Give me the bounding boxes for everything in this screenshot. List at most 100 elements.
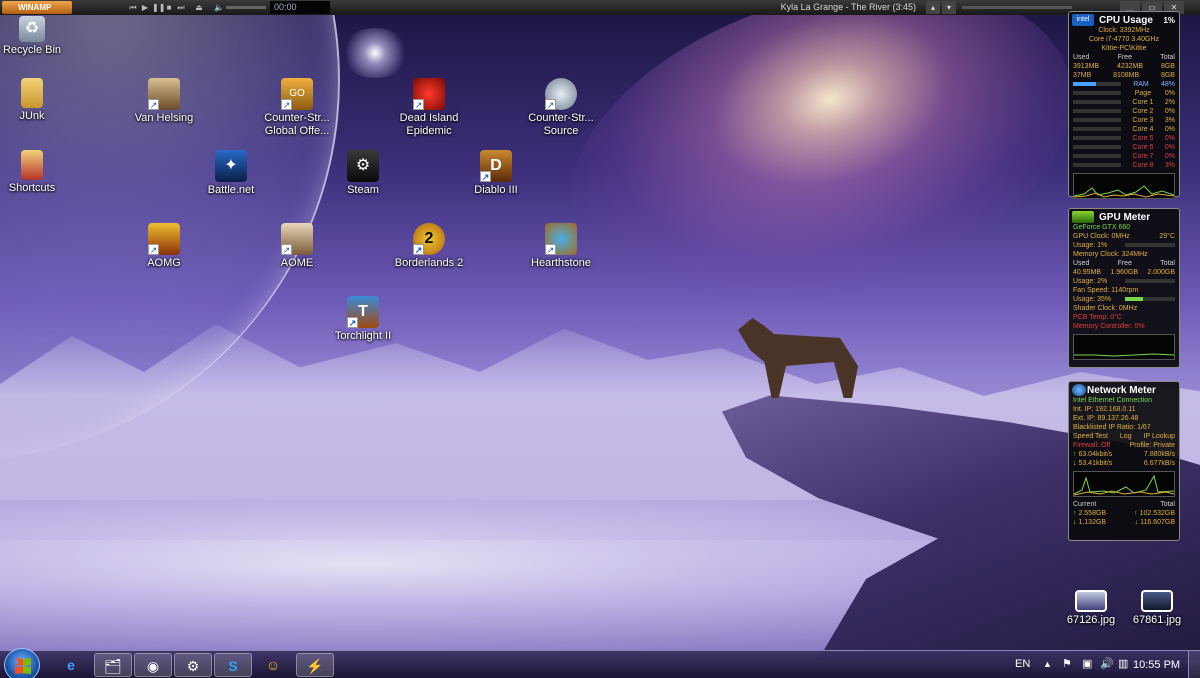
upload-speed-kb: 7.880kB/s: [1143, 451, 1175, 458]
gpu-clock: GPU Clock: 0MHz: [1073, 233, 1130, 240]
core-label: Core 2: [1132, 108, 1154, 115]
clock[interactable]: 10:55 PM: [1133, 659, 1180, 671]
action-center-flag-icon[interactable]: ⚑: [1062, 657, 1072, 670]
shortcut-arrow-icon: ↗: [347, 317, 358, 328]
download-speed-kbit: ↓ 53.41kbit/s: [1073, 460, 1113, 467]
desktop-icon-dead-island[interactable]: ↗ Dead Island Epidemic: [384, 78, 474, 138]
upload-speed-kbit: ↑ 63.04kbit/s: [1073, 451, 1113, 458]
gpu-temperature: 29°C: [1159, 233, 1175, 240]
skype-icon[interactable]: S: [214, 653, 252, 677]
header-used: Used: [1073, 260, 1090, 267]
gpu-history-graph: [1073, 334, 1175, 360]
desktop-icon-hearthstone[interactable]: ↗ Hearthstone: [516, 223, 606, 270]
cpu-meter-gadget[interactable]: intel CPU Usage 1% Clock: 3392MHz Core i…: [1068, 11, 1180, 199]
track-options-button[interactable]: ▾: [942, 1, 956, 14]
gpu-memory-bar: [1125, 279, 1175, 283]
gpu-mem-free: 1.960GB: [1110, 269, 1139, 276]
shader-clock: Shader Clock: 0MHz: [1073, 305, 1138, 312]
core-value: 0%: [1164, 144, 1175, 151]
play-icon[interactable]: ▶: [140, 2, 150, 13]
speed-test-link[interactable]: Speed Test: [1073, 432, 1108, 441]
core-row: Core 8 3%: [1069, 161, 1179, 170]
network-graph-svg: [1074, 474, 1174, 496]
desktop-icon-borderlands[interactable]: 2 ↗ Borderlands 2: [384, 223, 474, 270]
desktop-icon-csgo[interactable]: GO ↗ Counter-Str... Global Offe...: [252, 78, 342, 138]
desktop-icon-diablo[interactable]: D ↗ Diablo III: [451, 150, 541, 197]
desktop-icon-aomg[interactable]: ↗ AOMG: [119, 223, 209, 270]
cpu-clock: Clock: 3392MHz: [1098, 27, 1150, 34]
shortcut-arrow-icon: ↗: [281, 244, 292, 255]
log-link[interactable]: Log: [1120, 432, 1132, 441]
steam-icon[interactable]: ⚙: [174, 653, 212, 677]
winamp-logo[interactable]: WINAMP: [2, 1, 72, 14]
playback-time: 00:00: [270, 1, 330, 14]
volume-icon[interactable]: 🔊: [1100, 657, 1114, 670]
start-button[interactable]: [4, 648, 40, 678]
next-icon[interactable]: ⏭: [176, 2, 186, 13]
seek-bar[interactable]: [962, 6, 1072, 9]
icon-label: Counter-Str... Source: [528, 112, 594, 137]
page-percent: 0%: [1164, 90, 1175, 97]
gpu-mem-header-row: Used Free Total: [1069, 259, 1179, 268]
network-meter-gadget[interactable]: Network Meter Intel Ethernet Connection …: [1068, 381, 1180, 541]
core-label: Core 4: [1132, 126, 1154, 133]
network-tray-icon[interactable]: ▥: [1118, 657, 1128, 670]
image-file-icon: [1141, 590, 1173, 612]
cpu-history-graph: [1073, 173, 1175, 199]
page-bar: [1073, 91, 1121, 95]
wifi-icon: [1072, 384, 1086, 396]
stop-icon[interactable]: ■: [164, 2, 174, 13]
ram-used: 3913MB: [1073, 63, 1100, 70]
internal-ip: Int. IP: 192.168.0.11: [1073, 406, 1136, 413]
desktop-icon-torchlight[interactable]: T ↗ Torchlight II: [318, 296, 408, 343]
tray-app-icon[interactable]: ▣: [1082, 657, 1092, 670]
desktop-icon-junk[interactable]: JUnk: [0, 78, 77, 123]
ip-lookup-link[interactable]: IP Lookup: [1144, 432, 1175, 441]
gpu-usage: Usage: 1%: [1073, 242, 1108, 249]
icon-label: AOME: [280, 257, 314, 269]
page-used: 37MB: [1073, 72, 1092, 79]
machine-name: Kittie-PC\Kittie: [1101, 45, 1147, 52]
desktop-icon-steam[interactable]: ⚙ Steam: [318, 150, 408, 197]
pcb-temperature: PCB Temp: 0°C: [1073, 314, 1122, 321]
cpu-title: CPU Usage: [1099, 15, 1153, 26]
desktop-icon-van-helsing[interactable]: ↗ Van Helsing: [119, 78, 209, 125]
internet-explorer-icon[interactable]: e: [52, 653, 90, 677]
show-desktop-button[interactable]: [1188, 651, 1200, 678]
up-arrow-icon: ↑: [1073, 451, 1077, 458]
van-helsing-icon: ↗: [148, 78, 180, 110]
icon-label: Dead Island Epidemic: [399, 112, 459, 137]
core-label: Core 8: [1132, 162, 1154, 169]
shortcut-arrow-icon: ↗: [281, 99, 292, 110]
volume-slider[interactable]: [226, 6, 266, 9]
core-label: Core 6: [1132, 144, 1154, 151]
track-menu-button[interactable]: ▴: [926, 1, 940, 14]
gpu-meter-gadget[interactable]: GPU Meter GeForce GTX 660 GPU Clock: 0MH…: [1068, 208, 1180, 368]
core-row: Core 7 0%: [1069, 152, 1179, 161]
eject-icon[interactable]: ⏏: [194, 2, 204, 13]
volume-icon: 🔈: [214, 3, 224, 12]
core-row: Core 6 0%: [1069, 143, 1179, 152]
desktop-icon-shortcuts[interactable]: Shortcuts: [0, 150, 77, 195]
explorer-icon[interactable]: 🗂: [94, 653, 132, 677]
chrome-icon[interactable]: ◉: [134, 653, 172, 677]
show-hidden-icons-icon[interactable]: ▲: [1043, 659, 1052, 669]
winamp-icon[interactable]: ⚡: [296, 653, 334, 677]
messenger-icon[interactable]: ☺: [254, 653, 292, 677]
language-indicator[interactable]: EN: [1015, 658, 1030, 670]
desktop-icon-67861[interactable]: 67861.jpg: [1112, 590, 1200, 627]
desktop-icon-recycle-bin[interactable]: ♻ Recycle Bin: [0, 16, 77, 57]
desktop-icon-battlenet[interactable]: ✦ Battle.net: [186, 150, 276, 197]
desktop-icon-aome[interactable]: ↗ AOME: [252, 223, 342, 270]
firewall-status: Firewall: Off: [1073, 442, 1111, 449]
gpu-mem-total: 2.000GB: [1147, 269, 1175, 276]
gpu-memory-usage: Usage: 2%: [1073, 278, 1108, 285]
pause-icon[interactable]: ❚❚: [152, 2, 165, 13]
icon-label: Recycle Bin: [2, 44, 62, 56]
core-row: Core 1 2%: [1069, 98, 1179, 107]
desktop-icon-css[interactable]: ↗ Counter-Str... Source: [516, 78, 606, 138]
icon-label: AOMG: [147, 257, 181, 269]
previous-icon[interactable]: ⏮: [128, 2, 138, 13]
icon-label: JUnk: [19, 110, 45, 122]
aome-icon: ↗: [281, 223, 313, 255]
